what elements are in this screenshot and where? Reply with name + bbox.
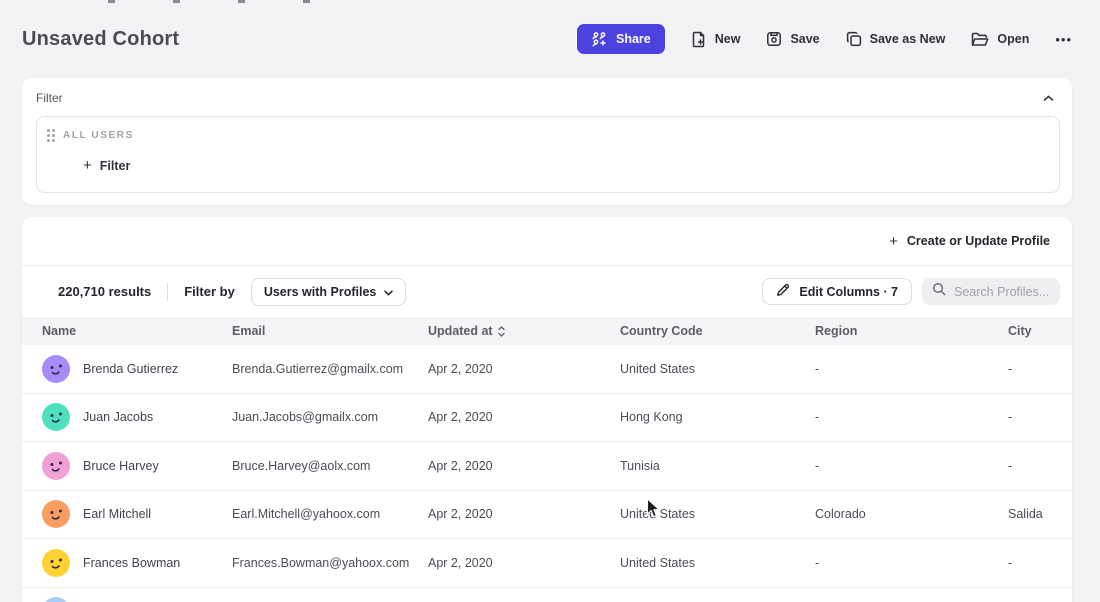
- edit-columns-button[interactable]: Edit Columns · 7: [762, 278, 912, 305]
- open-button[interactable]: Open: [971, 32, 1029, 47]
- results-toolbar: 220,710 results Filter by Users with Pro…: [22, 266, 1072, 317]
- page-title: Unsaved Cohort: [22, 28, 179, 51]
- row-name: Earl Mitchell: [83, 507, 151, 521]
- row-updated-at: Apr 2, 2020: [428, 362, 620, 376]
- row-name: Bruce Harvey: [83, 459, 159, 473]
- filter-panel-label: Filter: [36, 91, 63, 105]
- clipped-text-remnant: [108, 0, 310, 3]
- share-users-icon: [591, 32, 608, 47]
- share-button-label: Share: [616, 32, 651, 46]
- table-row[interactable]: [22, 588, 1072, 602]
- row-region: -: [815, 459, 1008, 473]
- filter-by-label: Filter by: [184, 284, 235, 299]
- row-country-code: United States: [620, 507, 815, 521]
- avatar: [42, 452, 70, 480]
- row-region: -: [815, 556, 1008, 570]
- row-updated-at: Apr 2, 2020: [428, 556, 620, 570]
- save-as-new-button[interactable]: Save as New: [846, 31, 946, 47]
- row-email: Frances.Bowman@yahoox.com: [232, 556, 428, 570]
- table-body: Brenda Gutierrez Brenda.Gutierrez@gmailx…: [22, 345, 1072, 602]
- folder-open-icon: [971, 32, 989, 47]
- column-header-city[interactable]: City: [1008, 324, 1058, 338]
- avatar: [42, 403, 70, 431]
- new-document-icon: [691, 31, 707, 48]
- row-country-code: United States: [620, 362, 815, 376]
- profile-filter-dropdown[interactable]: Users with Profiles: [251, 278, 407, 306]
- filter-group-all-users: ALL USERS + Filter: [36, 116, 1060, 193]
- row-city: -: [1008, 459, 1058, 473]
- results-count: 220,710 results: [42, 284, 151, 299]
- avatar: [42, 355, 70, 383]
- column-header-email[interactable]: Email: [232, 324, 428, 338]
- row-city: Salida: [1008, 507, 1058, 521]
- table-row[interactable]: Brenda Gutierrez Brenda.Gutierrez@gmailx…: [22, 345, 1072, 394]
- avatar: [42, 500, 70, 528]
- row-city: -: [1008, 556, 1058, 570]
- row-email: Juan.Jacobs@gmailx.com: [232, 410, 428, 424]
- table-row[interactable]: Juan Jacobs Juan.Jacobs@gmailx.com Apr 2…: [22, 394, 1072, 443]
- row-name: Brenda Gutierrez: [83, 362, 178, 376]
- row-region: -: [815, 410, 1008, 424]
- save-icon: [766, 31, 782, 47]
- top-bar: Unsaved Cohort Share: [0, 0, 1100, 62]
- row-country-code: Tunisia: [620, 459, 815, 473]
- copy-icon: [846, 31, 862, 47]
- plus-icon: +: [889, 234, 898, 249]
- row-city: -: [1008, 362, 1058, 376]
- row-updated-at: Apr 2, 2020: [428, 459, 620, 473]
- column-header-updated-at[interactable]: Updated at: [428, 324, 620, 338]
- profiles-search[interactable]: [922, 278, 1060, 305]
- sort-icon: [498, 326, 505, 337]
- row-updated-at: Apr 2, 2020: [428, 507, 620, 521]
- row-email: Bruce.Harvey@aolx.com: [232, 459, 428, 473]
- column-header-country-code[interactable]: Country Code: [620, 324, 815, 338]
- add-filter-label: Filter: [100, 159, 131, 173]
- overflow-menu-button[interactable]: •••: [1055, 29, 1072, 50]
- cohort-builder-page: { "header": { "title": "Unsaved Cohort",…: [0, 0, 1100, 602]
- avatar: [42, 549, 70, 577]
- row-region: -: [815, 362, 1008, 376]
- table-row[interactable]: Earl Mitchell Earl.Mitchell@yahoox.com A…: [22, 491, 1072, 540]
- save-button-label: Save: [790, 32, 819, 46]
- row-country-code: Hong Kong: [620, 410, 815, 424]
- open-button-label: Open: [997, 32, 1029, 46]
- new-button-label: New: [715, 32, 741, 46]
- results-panel: + Create or Update Profile 220,710 resul…: [22, 217, 1072, 602]
- row-region: Colorado: [815, 507, 1008, 521]
- pencil-icon: [776, 283, 790, 300]
- row-country-code: United States: [620, 556, 815, 570]
- share-button[interactable]: Share: [577, 24, 665, 54]
- create-or-update-profile-button[interactable]: + Create or Update Profile: [889, 234, 1050, 249]
- header-actions: Share New Save: [577, 24, 1072, 54]
- chevron-down-icon: [384, 285, 393, 299]
- table-row[interactable]: Bruce Harvey Bruce.Harvey@aolx.com Apr 2…: [22, 442, 1072, 491]
- edit-columns-label: Edit Columns · 7: [799, 285, 898, 299]
- row-name: Frances Bowman: [83, 556, 180, 570]
- profile-filter-value: Users with Profiles: [264, 285, 377, 299]
- row-email: Brenda.Gutierrez@gmailx.com: [232, 362, 428, 376]
- add-filter-button[interactable]: + Filter: [83, 158, 130, 173]
- filter-panel: Filter ALL USERS + Filter: [22, 78, 1072, 205]
- avatar: [42, 597, 70, 602]
- new-button[interactable]: New: [691, 31, 741, 48]
- table-header-row: Name Email Updated at Country Code Regio…: [22, 317, 1072, 345]
- drag-handle-icon[interactable]: [47, 129, 55, 142]
- save-as-new-button-label: Save as New: [870, 32, 946, 46]
- row-city: -: [1008, 410, 1058, 424]
- row-updated-at: Apr 2, 2020: [428, 410, 620, 424]
- column-header-name[interactable]: Name: [42, 324, 232, 338]
- search-icon: [932, 282, 946, 301]
- table-row[interactable]: Frances Bowman Frances.Bowman@yahoox.com…: [22, 539, 1072, 588]
- divider: [167, 283, 168, 301]
- plus-icon: +: [83, 158, 92, 173]
- collapse-chevron-up-icon[interactable]: [1041, 88, 1056, 107]
- column-header-region[interactable]: Region: [815, 324, 1008, 338]
- search-input[interactable]: [954, 285, 1050, 299]
- row-name: Juan Jacobs: [83, 410, 153, 424]
- row-email: Earl.Mitchell@yahoox.com: [232, 507, 428, 521]
- save-button[interactable]: Save: [766, 31, 819, 47]
- create-or-update-profile-label: Create or Update Profile: [907, 234, 1050, 248]
- filter-group-label: ALL USERS: [63, 130, 134, 141]
